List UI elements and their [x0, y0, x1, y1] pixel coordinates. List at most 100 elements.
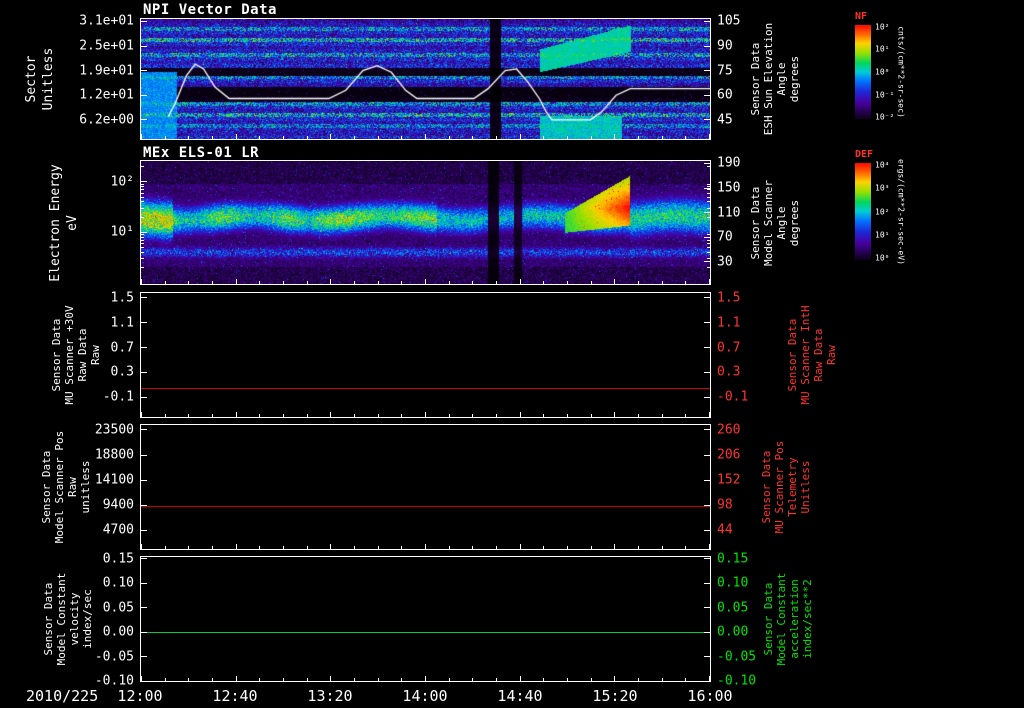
y-tick-mark — [141, 70, 147, 71]
left-axis-label-model-constant-velocity-line: index/sec — [81, 589, 94, 649]
x-tick-mark — [662, 414, 663, 417]
right-axis-label-npi-line: degrees — [788, 55, 801, 103]
x-tick-mark — [165, 678, 166, 681]
colorbar-tick-label: 10¹ — [875, 230, 890, 240]
colorbar-tick-label: 10² — [875, 207, 890, 216]
y-tick-label-right: 0.05 — [717, 600, 749, 616]
right-axis-label-mu-scanner-30v: Sensor Data MU Scanner IntH Raw Data Raw — [786, 305, 838, 404]
x-tick-mark — [662, 281, 663, 284]
x-tick-mark — [520, 279, 521, 284]
x-tick-mark — [425, 544, 426, 549]
x-tick-mark — [378, 136, 379, 139]
y-tick-mark — [141, 505, 147, 506]
y-tick-mark — [704, 397, 710, 398]
x-tick-mark — [354, 546, 355, 549]
y-tick-label-right: 105 — [717, 13, 741, 29]
y-tick-mark — [141, 232, 147, 233]
x-tick-mark — [378, 546, 379, 549]
left-axis-label-mu-scanner-30v-line: Raw Data — [76, 328, 89, 382]
right-axis-label-mu-scanner-30v-line: Sensor Data — [786, 318, 799, 392]
x-tick-mark — [685, 281, 686, 284]
y-minor-tick-mark — [707, 258, 710, 259]
x-tick-mark — [259, 546, 260, 549]
y-tick-label-left: 6.2e+00 — [79, 112, 134, 128]
left-axis-label-model-scanner-pos: Sensor Data Model Scanner Pos Raw unitless — [40, 431, 92, 544]
y-minor-tick-mark — [141, 186, 144, 187]
y-tick-mark — [704, 297, 710, 298]
x-tick-mark — [709, 412, 710, 417]
y-tick-label-right: 190 — [717, 155, 741, 171]
x-tick-mark — [520, 544, 521, 549]
left-axis-label-model-constant-velocity-line: Sensor Data — [42, 582, 55, 656]
x-tick-mark — [425, 134, 426, 139]
npi-spectrogram — [141, 19, 710, 139]
x-tick-mark — [709, 544, 710, 549]
left-axis-label-model-scanner-pos-line: unitless — [79, 460, 92, 514]
x-tick-mark — [188, 678, 189, 681]
y-tick-label-right: 1.5 — [717, 290, 741, 306]
y-minor-tick-mark — [707, 234, 710, 235]
y-minor-tick-mark — [141, 217, 144, 218]
x-tick-mark — [543, 678, 544, 681]
x-tick-mark — [614, 279, 615, 284]
x-tick-mark — [307, 546, 308, 549]
y-minor-tick-mark — [707, 201, 710, 202]
x-tick-mark — [425, 412, 426, 417]
y-tick-label-left: 10¹ — [110, 224, 134, 240]
x-tick-mark — [591, 281, 592, 284]
y-tick-label-left: 10² — [110, 174, 134, 190]
x-tick-mark — [236, 279, 237, 284]
y-tick-mark — [141, 632, 147, 633]
left-axis-label-mu-scanner-30v-line: MU Scanner +30V — [63, 305, 76, 405]
constant-line-model-constant-velocity — [141, 632, 710, 633]
y-tick-label-left: 1.2e+01 — [79, 87, 134, 103]
y-tick-label-right: 90 — [717, 38, 733, 54]
right-axis-label-npi-line: ESH Sun Elevation — [762, 22, 775, 136]
x-tick-mark — [520, 134, 521, 139]
y-minor-tick-mark — [707, 186, 710, 187]
y-minor-tick-mark — [707, 208, 710, 209]
y-tick-mark — [704, 119, 710, 120]
x-tick-mark — [685, 136, 686, 139]
x-axis-tick-label: 12:00 — [117, 687, 163, 705]
y-minor-tick-mark — [141, 193, 144, 194]
x-tick-mark — [283, 546, 284, 549]
x-tick-mark — [472, 136, 473, 139]
y-tick-label-right: -0.05 — [717, 649, 757, 665]
x-tick-mark — [141, 676, 142, 681]
y-minor-tick-mark — [707, 252, 710, 253]
left-axis-label-model-scanner-pos-line: Model Scanner Pos — [53, 430, 66, 544]
x-tick-mark — [330, 412, 331, 417]
x-tick-mark — [141, 134, 142, 139]
y-tick-mark — [141, 455, 147, 456]
y-tick-label-right: 150 — [717, 180, 741, 196]
x-tick-mark — [165, 281, 166, 284]
colorbar-nf — [855, 25, 871, 119]
y-tick-mark — [704, 95, 710, 96]
x-tick-mark — [591, 678, 592, 681]
x-tick-mark — [307, 414, 308, 417]
x-tick-mark — [330, 279, 331, 284]
x-tick-mark — [591, 546, 592, 549]
y-tick-label-right: 260 — [717, 422, 741, 438]
x-tick-mark — [638, 136, 639, 139]
x-tick-mark — [567, 136, 568, 139]
y-minor-tick-mark — [707, 247, 710, 248]
x-tick-mark — [283, 281, 284, 284]
x-tick-mark — [401, 546, 402, 549]
left-axis-label-npi-line: Unitless — [41, 47, 56, 111]
colorbar-tick-label: 10⁻¹ — [875, 90, 895, 100]
x-tick-mark — [330, 544, 331, 549]
colorbar-title-nf: NF — [855, 11, 868, 22]
y-minor-tick-mark — [141, 258, 144, 259]
right-axis-label-mu-scanner-30v-line: Raw Data — [812, 328, 825, 382]
x-tick-mark — [378, 678, 379, 681]
left-axis-label-mu-scanner-30v-line: Raw — [89, 345, 102, 365]
y-minor-tick-mark — [141, 267, 144, 268]
x-tick-mark — [567, 546, 568, 549]
x-tick-mark — [307, 281, 308, 284]
constant-line-model-scanner-pos — [141, 506, 710, 507]
y-tick-mark — [704, 429, 710, 430]
y-minor-tick-mark — [141, 208, 144, 209]
y-tick-mark — [704, 558, 710, 559]
